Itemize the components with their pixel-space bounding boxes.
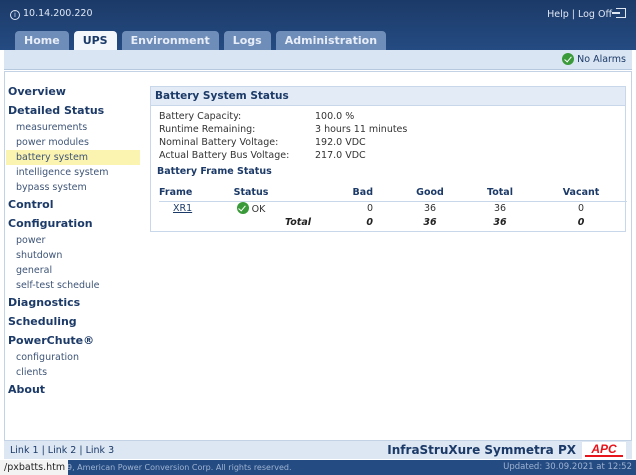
totals-spacer	[159, 216, 217, 229]
nav-bypass-system[interactable]: bypass system	[6, 180, 140, 195]
nav-self-test-schedule[interactable]: self-test schedule	[6, 278, 140, 293]
frame-bad: 0	[366, 203, 373, 214]
battery-status-title: Battery System Status	[150, 86, 626, 106]
nav-power-modules[interactable]: power modules	[6, 135, 140, 150]
footer: Link 1 | Link 2 | Link 3 InfraStruXure S…	[4, 440, 632, 459]
nav-overview[interactable]: Overview	[6, 82, 140, 101]
info-icon: i	[10, 10, 20, 20]
frame-xr1-link[interactable]: XR1	[173, 203, 192, 214]
footer-link-1[interactable]: Link 1	[10, 445, 39, 456]
nav-general[interactable]: general	[6, 263, 140, 278]
nav-scheduling[interactable]: Scheduling	[6, 312, 140, 331]
top-links: Help | Log Off	[547, 8, 626, 20]
footer-link-3[interactable]: Link 3	[86, 445, 115, 456]
actual-voltage-label: Actual Battery Bus Voltage:	[159, 150, 290, 161]
nominal-voltage-label: Nominal Battery Voltage:	[159, 137, 279, 148]
tab-home[interactable]: Home	[15, 31, 69, 50]
actual-voltage-value: 217.0 VDC	[315, 150, 366, 161]
col-good: Good	[395, 185, 465, 202]
nav-control[interactable]: Control	[6, 195, 140, 214]
top-separator: |	[571, 9, 575, 20]
updated-timestamp: Updated: 30.09.2021 at 12:52	[503, 462, 632, 472]
frame-vacant: 0	[577, 203, 585, 214]
table-header-row: Frame Status Bad Good Total Vacant	[159, 185, 627, 202]
col-bad: Bad	[285, 185, 395, 202]
col-total: Total	[465, 185, 535, 202]
col-vacant: Vacant	[535, 185, 627, 202]
capacity-label: Battery Capacity:	[159, 111, 242, 122]
nav-powerchute-configuration[interactable]: configuration	[6, 350, 140, 365]
nav-configuration[interactable]: Configuration	[6, 214, 140, 233]
totals-good: 36	[423, 216, 437, 228]
battery-frame-title: Battery Frame Status	[157, 166, 272, 177]
alarm-band: No Alarms	[4, 50, 632, 70]
ok-status-icon	[236, 201, 249, 214]
totals-label: Total	[285, 216, 311, 228]
footer-separator: |	[79, 445, 83, 456]
runtime-row: Runtime Remaining: 3 hours 11 minutes	[159, 123, 625, 136]
help-link[interactable]: Help	[547, 9, 569, 20]
totals-spacer-2	[217, 216, 285, 229]
nominal-voltage-value: 192.0 VDC	[315, 137, 366, 148]
nav-powerchute[interactable]: PowerChute®	[6, 331, 140, 350]
nav-shutdown[interactable]: shutdown	[6, 248, 140, 263]
ok-check-icon	[562, 53, 575, 65]
nav-detailed-status[interactable]: Detailed Status	[6, 101, 140, 120]
tab-environment[interactable]: Environment	[121, 31, 219, 50]
totals-total: 36	[493, 216, 507, 228]
frame-good: 36	[423, 203, 437, 214]
col-frame: Frame	[159, 185, 217, 202]
totals-bad-cell: Total 0	[285, 216, 395, 229]
tab-logs[interactable]: Logs	[223, 31, 271, 50]
nav-diagnostics[interactable]: Diagnostics	[6, 293, 140, 312]
runtime-label: Runtime Remaining:	[159, 124, 256, 135]
totals-vacant: 0	[577, 216, 585, 228]
nav-power[interactable]: power	[6, 233, 140, 248]
totals-row: Total 0 36 36 0	[159, 216, 627, 229]
tab-bar: Home UPS Environment Logs Administration	[15, 31, 391, 50]
tab-administration[interactable]: Administration	[275, 31, 387, 50]
footer-links: Link 1 | Link 2 | Link 3	[10, 445, 114, 456]
nav-powerchute-clients[interactable]: clients	[6, 365, 140, 380]
nav-intelligence-system[interactable]: intelligence system	[6, 165, 140, 180]
nav-about[interactable]: About	[6, 380, 140, 399]
apc-logo[interactable]: APC	[582, 442, 626, 459]
table-row: XR1 OK 0 36 36 0	[159, 201, 627, 216]
battery-frame-table: Frame Status Bad Good Total Vacant XR1 O…	[159, 185, 627, 229]
ip-text: 10.14.200.220	[23, 8, 93, 19]
logoff-link[interactable]: Log Off	[578, 9, 612, 20]
copyright-text: 9, American Power Conversion Corp. All r…	[67, 463, 292, 472]
actual-voltage-row: Actual Battery Bus Voltage: 217.0 VDC	[159, 149, 625, 162]
logoff-icon[interactable]	[612, 8, 626, 18]
sidebar-nav: Overview Detailed Status measurements po…	[6, 78, 140, 438]
battery-status-panel: Battery Capacity: 100.0 % Runtime Remain…	[150, 106, 627, 232]
tab-ups[interactable]: UPS	[73, 31, 117, 50]
footer-link-2[interactable]: Link 2	[48, 445, 77, 456]
capacity-value: 100.0 %	[315, 111, 355, 122]
nav-measurements[interactable]: measurements	[6, 120, 140, 135]
apc-logo-text: APC	[590, 442, 617, 456]
frame-status-cell: OK	[217, 201, 285, 216]
main-content: Battery System Status Battery Capacity: …	[150, 86, 627, 232]
alarm-text: No Alarms	[577, 53, 626, 65]
nav-battery-system[interactable]: battery system	[6, 150, 140, 165]
frame-total: 36	[493, 203, 507, 214]
col-status: Status	[217, 185, 285, 202]
top-bar: i 10.14.200.220 Help | Log Off Home UPS Env…	[0, 0, 636, 50]
footer-separator: |	[41, 445, 45, 456]
product-name: InfraStruXure Symmetra PX	[387, 443, 576, 457]
runtime-value: 3 hours 11 minutes	[315, 124, 408, 135]
frame-status-text: OK	[251, 203, 266, 215]
alarm-status[interactable]: No Alarms	[562, 53, 626, 65]
ip-address: i 10.14.200.220	[10, 8, 93, 20]
browser-status-bar: 9, American Power Conversion Corp. All r…	[0, 460, 636, 475]
capacity-row: Battery Capacity: 100.0 %	[159, 110, 625, 123]
status-url: /pxbatts.htm	[0, 460, 69, 475]
nominal-voltage-row: Nominal Battery Voltage: 192.0 VDC	[159, 136, 625, 149]
totals-bad: 0	[366, 216, 373, 228]
